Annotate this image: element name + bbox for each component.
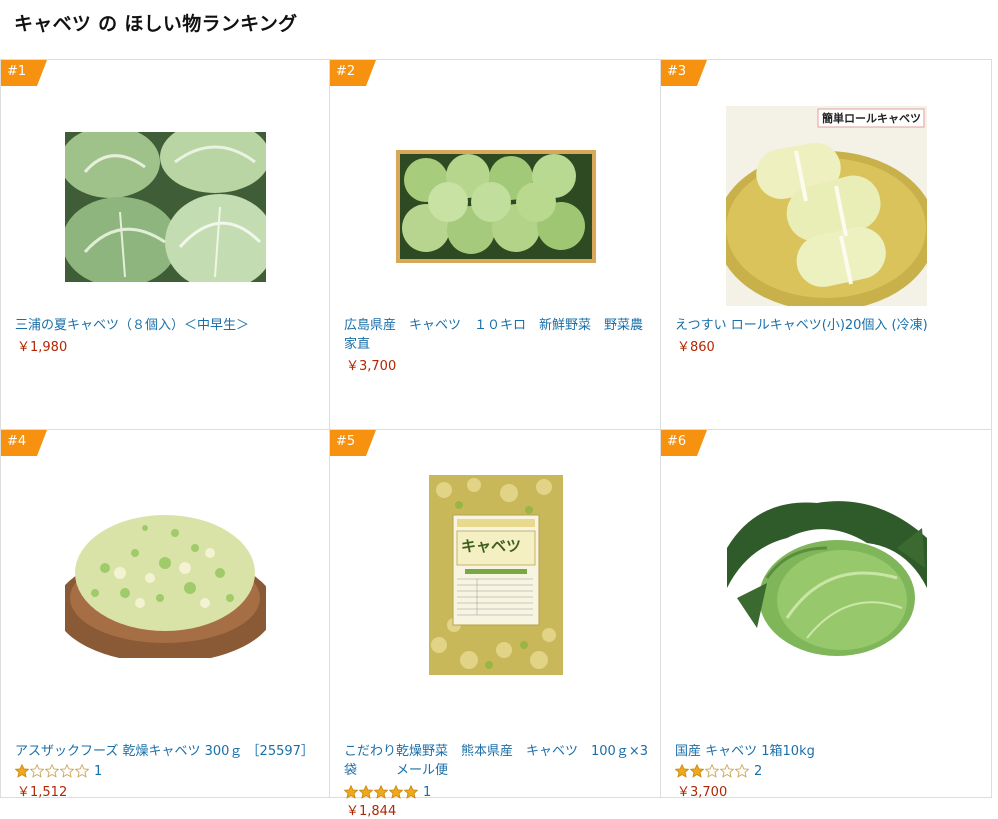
star-empty-icon — [45, 764, 59, 778]
product-title-link[interactable]: アスザックフーズ 乾燥キャベツ 300ｇ ［25597］ — [15, 742, 319, 761]
product-title-link[interactable]: 三浦の夏キャベツ（８個入）＜中早生＞ — [15, 316, 319, 335]
star-empty-icon — [30, 764, 44, 778]
star-filled-icon — [690, 764, 704, 778]
review-count-link[interactable]: 2 — [754, 764, 762, 779]
product-image-dried-cabbage-plate[interactable] — [65, 493, 266, 658]
star-filled-icon — [675, 764, 689, 778]
star-rating[interactable]: 1 — [344, 784, 431, 800]
product-card-1: #1 三浦の夏キャベツ（８個入）＜中早生＞ ￥1,980 — [0, 60, 330, 430]
star-empty-icon — [60, 764, 74, 778]
product-card-5: #5 キャベツ こだわり乾燥野菜 熊本県産 キャベツ 100ｇ×3袋 メール便 … — [330, 430, 661, 819]
product-price: ￥3,700 — [346, 359, 397, 374]
ranking-grid: #1 三浦の夏キャベツ（８個入）＜中早生＞ ￥1,980 #2 広島県産 キャベ… — [0, 59, 992, 819]
product-price: ￥1,980 — [17, 340, 68, 355]
star-rating-icons — [15, 764, 89, 778]
product-image-dried-cabbage-bag[interactable]: キャベツ — [429, 475, 563, 675]
image-caption: 簡単ロールキャベツ — [822, 112, 921, 125]
rank-badge: #6 — [661, 430, 707, 456]
rank-badge: #2 — [330, 60, 376, 86]
product-title-link[interactable]: こだわり乾燥野菜 熊本県産 キャベツ 100ｇ×3袋 メール便 — [344, 742, 650, 780]
product-price: ￥1,512 — [17, 785, 68, 800]
page-title: キャベツ の ほしい物ランキング — [14, 13, 298, 35]
product-title-link[interactable]: 国産 キャベツ 1箱10kg — [675, 742, 981, 761]
star-rating[interactable]: 1 — [15, 763, 102, 779]
rank-badge: #3 — [661, 60, 707, 86]
product-price: ￥860 — [677, 340, 715, 355]
product-image-cabbage-box[interactable] — [396, 150, 596, 263]
star-empty-icon — [705, 764, 719, 778]
product-price: ￥3,700 — [677, 785, 728, 800]
rank-badge: #4 — [1, 430, 47, 456]
review-count-link[interactable]: 1 — [94, 764, 102, 779]
star-empty-icon — [75, 764, 89, 778]
rank-badge: #1 — [1, 60, 47, 86]
product-card-4: #4 アスザックフーズ 乾燥キャベツ 300ｇ ［25597］ 1 ￥1,512 — [0, 430, 330, 800]
star-empty-icon — [735, 764, 749, 778]
star-rating[interactable]: 2 — [675, 763, 762, 779]
product-title-link[interactable]: えつすい ロールキャベツ(小)20個入 (冷凍) — [675, 316, 981, 335]
rank-badge: #5 — [330, 430, 376, 456]
product-card-3: #3 簡単ロールキャベツ えつすい ロールキャベツ(小)20個入 (冷凍) ￥8… — [661, 60, 992, 430]
product-image-whole-cabbage[interactable] — [727, 488, 927, 660]
product-image-cabbage-roll[interactable]: 簡単ロールキャベツ — [726, 106, 927, 306]
product-title-link[interactable]: 広島県産 キャベツ １０キロ 新鮮野菜 野菜農家直 — [344, 316, 650, 354]
product-image-cabbage-heads[interactable] — [65, 132, 266, 282]
star-rating-icons — [675, 764, 749, 778]
image-caption: キャベツ — [461, 537, 522, 555]
star-filled-icon — [15, 764, 29, 778]
star-empty-icon — [720, 764, 734, 778]
product-price: ￥1,844 — [346, 804, 397, 819]
review-count-link[interactable]: 1 — [423, 785, 431, 800]
product-card-2: #2 広島県産 キャベツ １０キロ 新鮮野菜 野菜農家直 ￥3,700 — [330, 60, 661, 430]
product-card-6: #6 国産 キャベツ 1箱10kg 2 ￥3,700 — [661, 430, 992, 800]
